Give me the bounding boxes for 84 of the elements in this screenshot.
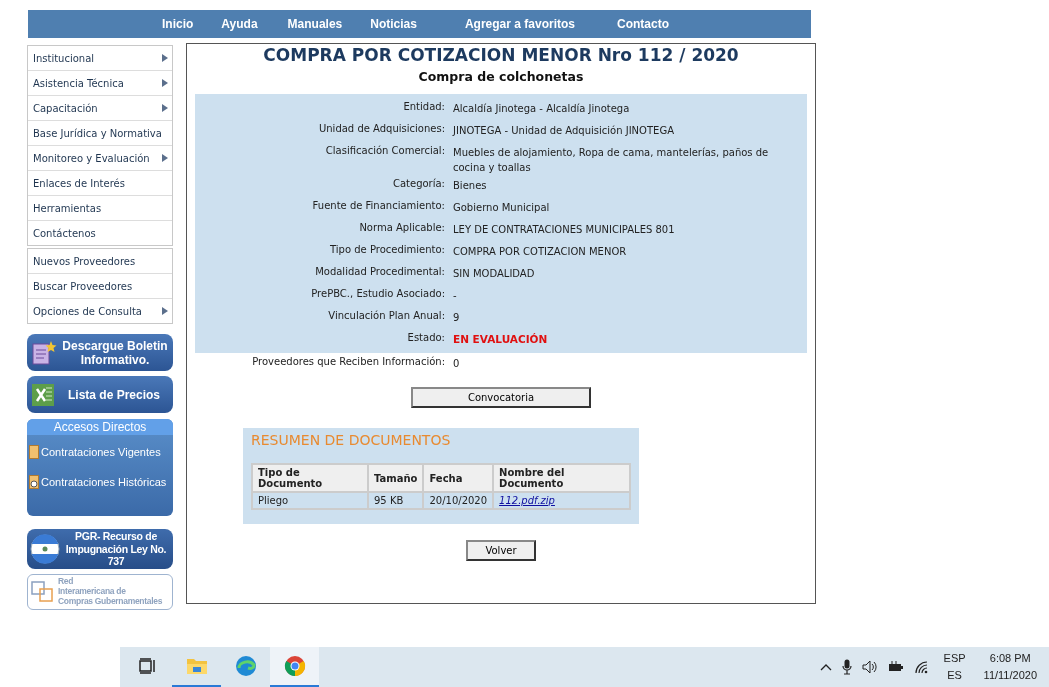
language-indicator[interactable]: ES: [947, 667, 962, 684]
field-value: Bienes: [453, 179, 488, 193]
promo-text: Lista de Precios: [67, 387, 160, 402]
folder-icon: [185, 657, 208, 675]
back-button[interactable]: Volver: [466, 540, 536, 561]
document-icon: [31, 339, 57, 366]
field-value: Gobierno Municipal: [453, 201, 551, 215]
nav-link[interactable]: Ayuda: [221, 17, 258, 31]
column-header: Tipo de Documento: [252, 464, 368, 492]
sidebar-item[interactable]: Monitoreo y Evaluación: [28, 146, 172, 171]
field-label: Clasificación Comercial:: [324, 144, 446, 158]
field-label: Modalidad Procedimental:: [314, 265, 446, 279]
chevron-up-icon[interactable]: [819, 663, 832, 671]
quick-access-link[interactable]: Contrataciones Históricas: [27, 475, 173, 489]
folder-icon: [29, 445, 39, 459]
nav-link[interactable]: Manuales: [287, 17, 343, 31]
column-header: Tamaño: [368, 464, 424, 492]
sidebar-item[interactable]: Herramientas: [28, 196, 172, 221]
clock-time[interactable]: 6:08 PM: [989, 650, 1031, 667]
field-value: -: [453, 289, 458, 303]
search-field[interactable]: [0, 647, 120, 687]
field-value: 9: [453, 311, 461, 325]
page-title: COMPRA POR COTIZACION MENOR Nro 112 / 2020: [263, 45, 739, 65]
nav-link[interactable]: Inicio: [162, 17, 194, 31]
field-label: Fuente de Financiamiento:: [311, 199, 446, 213]
field-label: Tipo de Procedimiento:: [329, 243, 446, 257]
field-value: Muebles de alojamiento, Ropa de cama, mantelerías, paños de cocina y toallas: [453, 146, 770, 175]
battery-icon[interactable]: [887, 661, 904, 673]
promo-text: Descargue Boletin: [62, 338, 168, 353]
clock-date[interactable]: 11/11/2020: [983, 667, 1037, 684]
table-cell: 95 KB: [368, 492, 424, 509]
flag-circle-icon: [30, 534, 60, 564]
nav-link[interactable]: Agregar a favoritos: [464, 17, 575, 31]
edge-browser-icon: [234, 655, 257, 677]
field-value: EN EVALUACIÓN: [453, 332, 549, 347]
sidebar-item[interactable]: Buscar Proveedores: [28, 274, 172, 299]
sidebar-item[interactable]: Enlaces de Interés: [28, 171, 172, 196]
page-subtitle: Compra de colchonetas: [418, 69, 584, 84]
promo-button[interactable]: Lista de Precios: [27, 376, 173, 413]
wifi-icon[interactable]: [913, 660, 930, 674]
convocatoria-button[interactable]: Convocatoria: [411, 387, 591, 408]
field-value: COMPRA POR COTIZACION MENOR: [453, 245, 628, 259]
field-label: PrePBC., Estudio Asociado:: [310, 287, 446, 301]
documents-title: RESUMEN DE DOCUMENTOS: [251, 432, 452, 448]
microphone-icon[interactable]: [841, 659, 852, 675]
language-indicator[interactable]: ESP: [943, 650, 966, 667]
pgr-banner-button[interactable]: PGR- Recurso de Impugnación Ley No. 737: [27, 529, 173, 569]
sidebar-item[interactable]: Institucional: [28, 46, 172, 71]
sidebar-item[interactable]: Nuevos Proveedores: [28, 249, 172, 274]
field-value: 0: [453, 357, 461, 371]
document-link[interactable]: 112.pdf.zip: [499, 495, 555, 506]
sidebar-item[interactable]: Capacitación: [28, 96, 172, 121]
column-header: Nombre del Documento: [493, 464, 630, 492]
promo-text: Informativo.: [80, 352, 150, 367]
quick-access-title: Accesos Directos: [27, 419, 173, 435]
spreadsheet-icon: [31, 381, 55, 408]
field-label: Categoría:: [391, 177, 446, 191]
chrome-browser-icon: [283, 655, 306, 677]
column-header: Fecha: [423, 464, 494, 492]
clock-folder-icon: [29, 475, 39, 489]
sidebar-item[interactable]: Contáctenos: [28, 221, 172, 245]
field-label: Entidad:: [402, 100, 446, 114]
field-label: Vinculación Plan Anual:: [327, 309, 446, 323]
nav-link[interactable]: Contacto: [617, 17, 669, 31]
field-label: Unidad de Adquisiciones:: [317, 122, 446, 136]
taskbar-app-button[interactable]: [270, 647, 319, 687]
squares-logo-icon: [30, 579, 56, 605]
speaker-icon[interactable]: [861, 660, 878, 674]
sidebar-item[interactable]: Base Jurídica y Normativa: [28, 121, 172, 146]
field-value: LEY DE CONTRATACIONES MUNICIPALES 801: [453, 223, 676, 237]
field-label: Estado:: [406, 331, 446, 345]
field-label: Proveedores que Reciben Información:: [251, 355, 446, 369]
quick-access-link[interactable]: Contrataciones Vigentes: [27, 445, 173, 459]
table-cell: Pliego: [252, 492, 368, 509]
promo-button[interactable]: Descargue Boletin Informativo.: [27, 334, 173, 371]
table-cell: 20/10/2020: [423, 492, 494, 509]
field-value: SIN MODALIDAD: [453, 267, 536, 281]
task-view-icon: [138, 658, 157, 674]
field-value: JINOTEGA - Unidad de Adquisición JINOTEGA: [453, 124, 675, 138]
field-label: Norma Aplicable:: [358, 221, 446, 235]
sidebar-item[interactable]: Asistencia Técnica: [28, 71, 172, 96]
sidebar-item[interactable]: Opciones de Consulta: [28, 299, 172, 323]
field-value: Alcaldía Jinotega - Alcaldía Jinotega: [453, 102, 631, 116]
nav-link[interactable]: Noticias: [370, 17, 417, 31]
